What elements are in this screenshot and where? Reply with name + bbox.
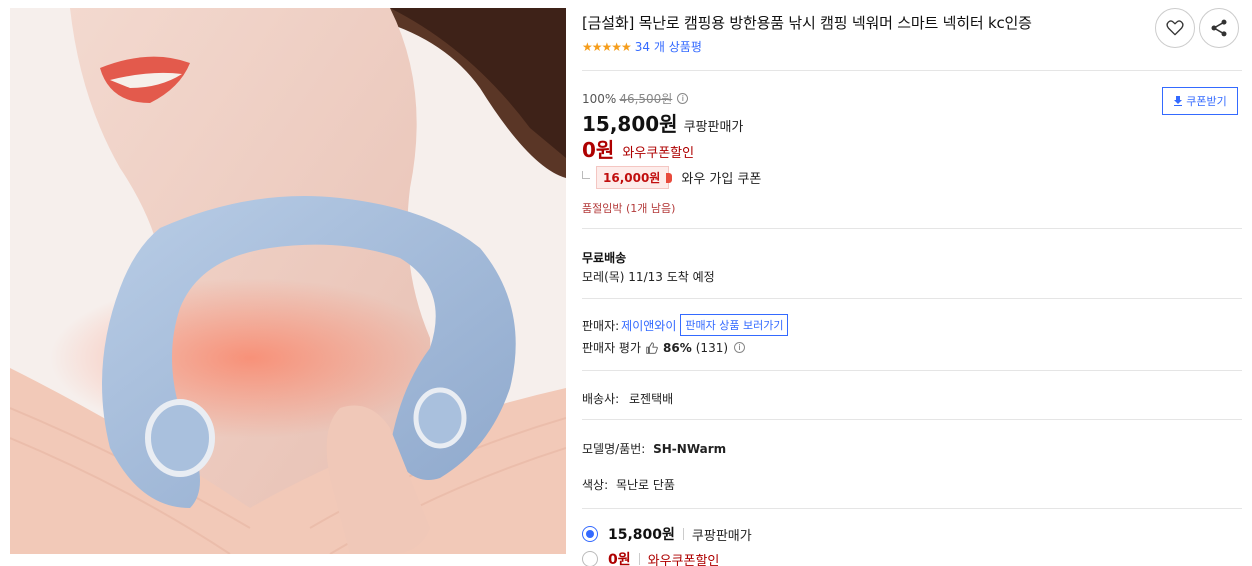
share-icon [1211, 19, 1227, 37]
courier-row: 배송사: 로젠택배 [582, 390, 673, 407]
seller-row: 판매자: 제이앤와이 판매자 상품 보러가기 [582, 314, 789, 336]
price-row: 15,800원 쿠팡판매가 [582, 108, 743, 137]
sale-price: 15,800원 [582, 112, 678, 136]
seller-rating-percent: 86% [663, 340, 692, 355]
color-label: 색상: [582, 478, 609, 492]
seller-rating-row: 판매자 평가 86% (131) i [582, 339, 746, 356]
wishlist-button[interactable] [1155, 8, 1195, 48]
option-label: 와우쿠폰할인 [647, 553, 720, 566]
product-title: [금설화] 목난로 캠핑용 방한용품 낚시 캠핑 넥워머 스마트 넥히터 kc인… [582, 14, 1032, 32]
product-photo [10, 8, 566, 554]
seller-rating-count: (131) [695, 340, 729, 355]
price-option-standard[interactable]: 15,800원 쿠팡판매가 [582, 524, 752, 544]
coupon-button-label: 쿠폰받기 [1186, 95, 1227, 108]
option-radio[interactable] [582, 551, 598, 566]
courier-name: 로젠택배 [629, 392, 674, 406]
wow-price-label: 와우쿠폰할인 [622, 146, 695, 161]
price-option-wow[interactable]: 0원 와우쿠폰할인 [582, 549, 719, 566]
seller-label: 판매자: [582, 318, 620, 333]
option-label: 쿠팡판매가 [691, 528, 752, 544]
info-icon[interactable]: i [677, 93, 689, 104]
model-number: SH-NWarm [653, 442, 727, 456]
seller-products-button[interactable]: 판매자 상품 보러가기 [680, 314, 789, 336]
divider [582, 370, 1242, 371]
color-value: 목난로 단품 [615, 478, 675, 492]
download-icon [1174, 96, 1183, 106]
option-separator [682, 528, 684, 540]
original-price: 46,500원 [619, 92, 673, 106]
original-price-row: 100% 46,500원 i [582, 90, 689, 107]
seller-rating-label: 판매자 평가 [582, 341, 642, 355]
color-row: 색상: 목난로 단품 [582, 476, 675, 493]
divider [582, 228, 1242, 229]
share-button[interactable] [1199, 8, 1239, 48]
low-stock-notice: 품절임박 (1개 남음) [582, 202, 676, 215]
divider [582, 70, 1242, 71]
info-icon[interactable]: i [734, 342, 746, 353]
coupon-download-button[interactable]: 쿠폰받기 [1162, 87, 1238, 115]
sale-price-label: 쿠팡판매가 [683, 120, 744, 135]
star-rating-icon: ★★★★★ [582, 39, 632, 54]
heart-icon [1166, 20, 1184, 36]
discount-rate: 100% [582, 91, 617, 106]
divider [582, 508, 1242, 509]
model-label: 모델명/품번: [582, 442, 646, 456]
wow-price: 0원 [582, 138, 615, 162]
option-separator [638, 553, 640, 565]
seller-name-link[interactable]: 제이앤와이 [621, 317, 676, 334]
delivery-eta: 모레(목) 11/13 도착 예정 [582, 270, 715, 284]
model-row: 모델명/품번: SH-NWarm [582, 440, 726, 457]
divider [582, 419, 1242, 420]
divider [582, 298, 1242, 299]
thumbs-up-icon [646, 341, 658, 354]
wow-price-row: 0원 와우쿠폰할인 [582, 134, 694, 163]
product-rating[interactable]: ★★★★★ 34 개 상품평 [582, 38, 702, 55]
signup-coupon-row: 16,000원 와우 가입 쿠폰 [582, 166, 761, 189]
review-count-link[interactable]: 34 개 상품평 [635, 38, 702, 55]
option-price: 0원 [608, 552, 631, 566]
signup-coupon-badge: 16,000원 [596, 166, 670, 189]
indent-corner [582, 170, 590, 179]
product-info-panel: [금설화] 목난로 캠핑용 방한용품 낚시 캠핑 넥워머 스마트 넥히터 kc인… [582, 0, 1242, 566]
option-price: 15,800원 [608, 527, 675, 543]
courier-label: 배송사: [582, 392, 620, 406]
signup-coupon-label: 와우 가입 쿠폰 [681, 172, 762, 187]
shipping-type: 무료배송 [582, 251, 627, 265]
product-image[interactable] [10, 8, 566, 554]
option-radio[interactable] [582, 526, 598, 542]
